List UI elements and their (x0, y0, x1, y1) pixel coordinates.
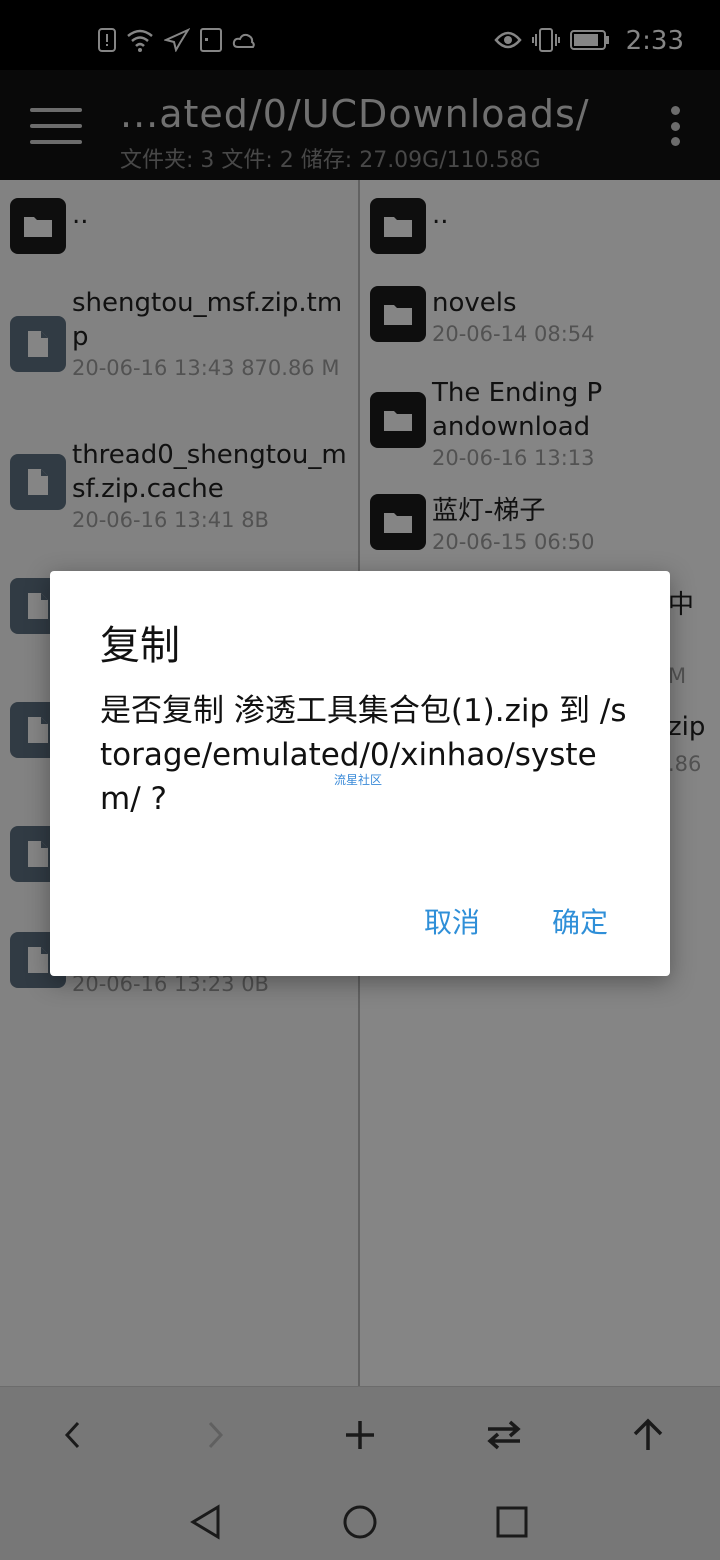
dialog-title: 复制 (100, 623, 180, 669)
copy-dialog: 复制 是否复制 渗透工具集合包(1).zip 到 /storage/emulat… (50, 571, 670, 976)
watermark: 流星社区 (334, 773, 383, 787)
confirm-button[interactable]: 确定 (552, 901, 608, 941)
dialog-message: 是否复制 渗透工具集合包(1).zip 到 /storage/emulated/… (100, 693, 627, 817)
cancel-button[interactable]: 取消 (424, 901, 480, 941)
